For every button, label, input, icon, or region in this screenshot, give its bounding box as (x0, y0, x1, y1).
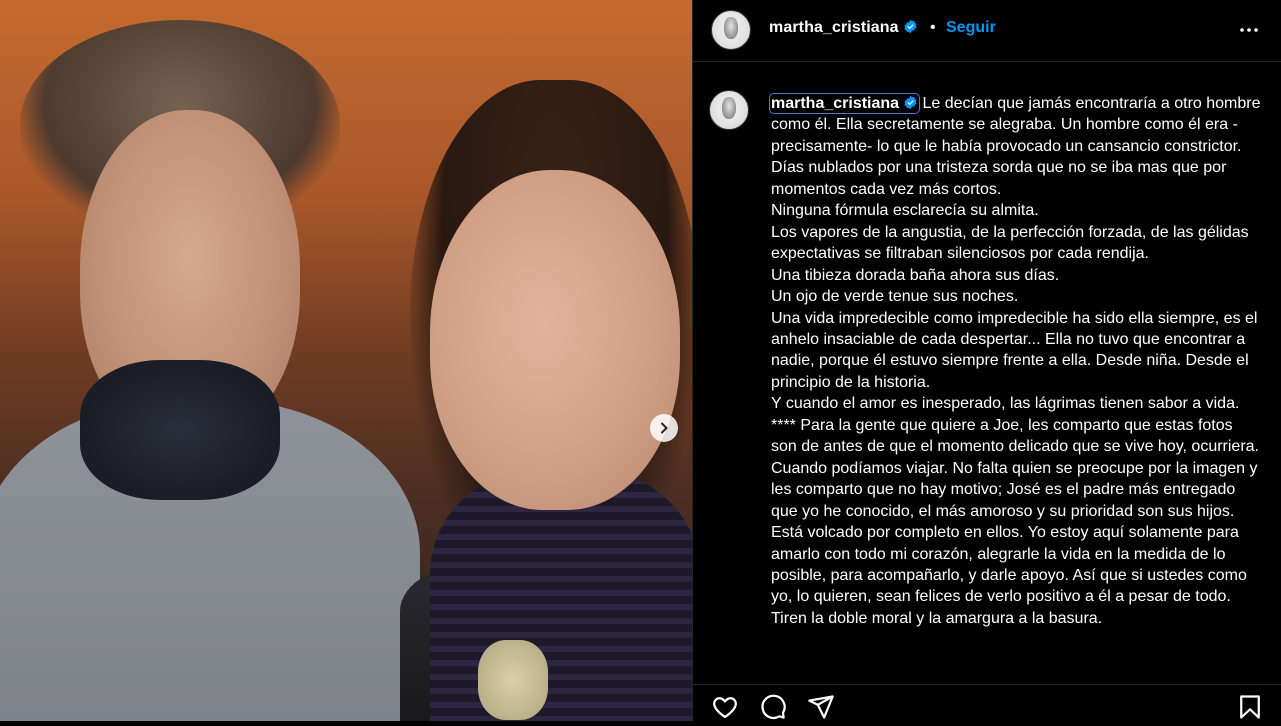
avatar[interactable] (711, 10, 751, 50)
caption-paragraph: Una tibieza dorada baña ahora sus días. (771, 266, 1060, 284)
comment-icon (761, 694, 786, 720)
caption-text: martha_cristiana Le decían que jamás enc… (768, 93, 1261, 629)
verified-badge-icon (904, 19, 917, 34)
avatar[interactable] (709, 90, 749, 130)
caption-paragraph: Una vida impredecible como impredecible … (771, 309, 1258, 391)
photo-detail (478, 640, 548, 720)
follow-button[interactable]: Seguir (946, 19, 996, 37)
chevron-right-icon (661, 422, 668, 434)
caption-username[interactable]: martha_cristiana (768, 93, 921, 114)
bookmark-icon (1240, 695, 1260, 719)
share-icon (808, 695, 834, 719)
caption-paragraph: Los vapores de la angustia, de la perfec… (771, 223, 1249, 263)
caption-paragraph: Y cuando el amor es inesperado, las lágr… (771, 395, 1259, 456)
username-text[interactable]: martha_cristiana (771, 95, 899, 112)
like-button[interactable] (711, 693, 739, 721)
username-text[interactable]: martha_cristiana (769, 19, 899, 36)
post-photo[interactable] (0, 0, 692, 721)
photo-detail (80, 360, 280, 500)
caption-paragraph: martha_cristiana Le decían que jamás enc… (768, 93, 1261, 200)
heart-icon (713, 697, 737, 719)
save-button[interactable] (1236, 693, 1264, 721)
instagram-post: martha_cristiana • Seguir martha_cristia… (0, 0, 1281, 721)
caption-section: martha_cristiana Le decían que jamás enc… (693, 62, 1281, 670)
post-header: martha_cristiana • Seguir (693, 0, 1281, 62)
more-options-icon[interactable] (1237, 18, 1261, 42)
share-button[interactable] (807, 693, 835, 721)
verified-badge-icon (904, 95, 917, 110)
post-side-panel: martha_cristiana • Seguir martha_cristia… (692, 0, 1281, 721)
comment-button[interactable] (759, 693, 787, 721)
separator-dot: • (930, 19, 936, 36)
caption-paragraph: Un ojo de verde tenue sus noches. (771, 288, 1019, 306)
header-username[interactable]: martha_cristiana (769, 19, 918, 37)
action-bar (693, 684, 1281, 722)
caption-paragraph: Cuando podíamos viajar. No falta quien s… (771, 459, 1258, 627)
carousel-next-button[interactable] (650, 414, 678, 442)
caption-paragraph: Ninguna fórmula esclarecía su almita. (771, 202, 1039, 220)
photo-detail (430, 170, 680, 510)
